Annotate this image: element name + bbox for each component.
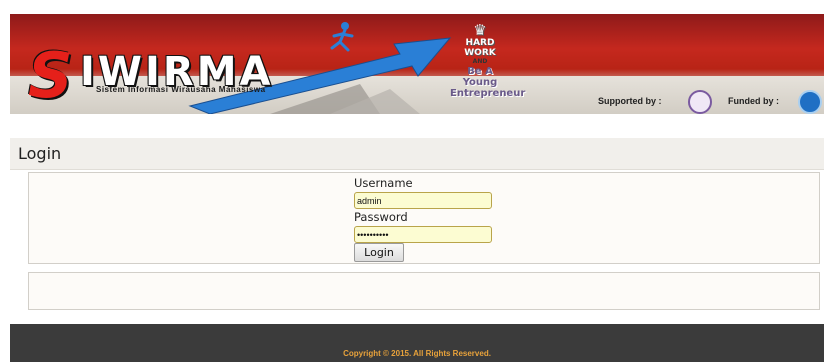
- motto-line: Entrepreneur: [450, 88, 526, 99]
- crown-icon: ♛: [473, 21, 487, 39]
- footer: Copyright © 2015. All Rights Reserved.: [10, 324, 824, 362]
- funded-by-label: Funded by :: [728, 96, 779, 106]
- message-panel: [28, 272, 820, 310]
- login-form: [28, 172, 820, 264]
- funder-logo-icon: [798, 90, 822, 114]
- logo-subtitle: Sistem Informasi Wirausaha Mahasiswa: [96, 85, 266, 94]
- motto-line: Be A Young: [462, 66, 498, 88]
- supporter-logo-icon: [688, 90, 712, 114]
- motto-line: WORK: [464, 48, 496, 58]
- login-button[interactable]: Login: [354, 243, 404, 262]
- password-input[interactable]: [354, 226, 492, 243]
- header-banner: S IWIRMA Sistem Informasi Wirausaha Maha…: [10, 14, 824, 114]
- password-label: Password: [354, 210, 408, 224]
- motto-line: AND: [472, 58, 488, 65]
- copyright-text: Copyright © 2015. All Rights Reserved.: [343, 349, 491, 358]
- supported-by-label: Supported by :: [598, 96, 662, 106]
- username-input[interactable]: [354, 192, 492, 209]
- page-title: Login: [18, 144, 62, 163]
- motto: ♛ HARD WORK AND Be A Young Entrepreneur: [450, 21, 526, 99]
- logo-initial: S: [28, 39, 73, 112]
- username-label: Username: [354, 176, 413, 190]
- motto-line: HARD: [465, 38, 495, 48]
- login-panel-heading: Login: [10, 138, 824, 170]
